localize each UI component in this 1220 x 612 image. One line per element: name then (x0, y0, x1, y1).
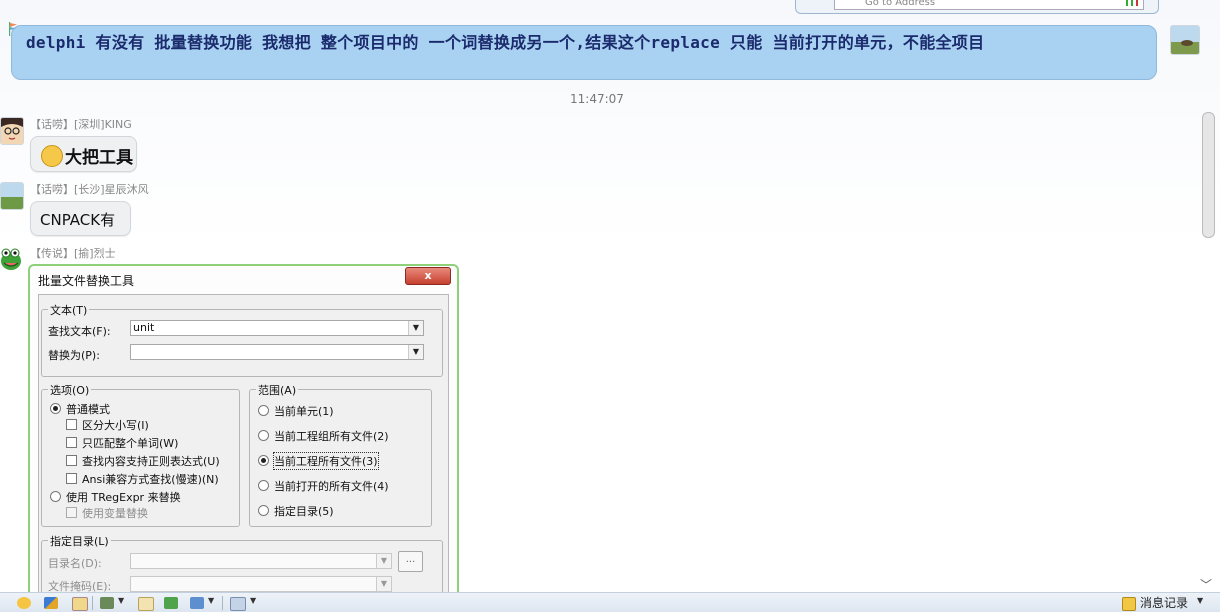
scope-label-current-unit: 当前单元(1) (274, 405, 334, 418)
chevron-down-icon[interactable]: ▼ (376, 577, 391, 591)
chat-message-bubble: CNPACK有 (30, 201, 131, 236)
toolbar-separator (92, 596, 93, 610)
message-timestamp: 11:47:07 (570, 92, 624, 106)
shared-image-card[interactable]: 批量文件替换工具 x 文本(T) 查找文本(F): unit ▼ 替换为(P):… (28, 264, 459, 608)
chevron-down-icon[interactable]: ▼ (1197, 596, 1203, 605)
image-icon[interactable] (164, 597, 178, 609)
question-message-bubble: delphi 有没有 批量替换功能 我想把 整个项目中的 一个词替换成另一个,结… (11, 25, 1157, 80)
whole-word-checkbox[interactable] (66, 437, 77, 448)
chevron-down-icon[interactable]: ▼ (118, 596, 124, 605)
chat-message-bubble: 大把工具 (30, 136, 137, 172)
chat-scrollbar-thumb[interactable] (1202, 112, 1215, 238)
use-vars-checkbox[interactable] (66, 507, 77, 518)
options-group-legend: 选项(O) (48, 382, 92, 398)
chevron-down-icon[interactable]: ▼ (208, 596, 214, 605)
scope-label-project-group: 当前工程组所有文件(2) (274, 430, 389, 443)
file-mask-combo[interactable]: ▼ (130, 576, 392, 592)
ansi-checkbox[interactable] (66, 473, 77, 484)
landscape-avatar-icon (1171, 26, 1199, 54)
regex-checkbox[interactable] (66, 455, 77, 466)
find-text-value: unit (133, 321, 155, 334)
frog-avatar-icon (1, 248, 21, 270)
edit-icon[interactable] (72, 597, 88, 611)
sender-name: 【话唠】[长沙]星辰沐风 (30, 183, 149, 196)
sender-avatar-xingchen[interactable] (0, 182, 24, 210)
sender-avatar-lieshi[interactable] (0, 246, 22, 272)
whole-word-label: 只匹配整个单词(W) (82, 437, 179, 450)
chevron-down-icon[interactable]: ▼ (376, 554, 391, 568)
chevron-down-icon[interactable]: ▼ (408, 345, 423, 359)
screenshot-icon[interactable] (100, 597, 114, 609)
address-input[interactable]: Go to Address (834, 0, 1144, 10)
directory-name-combo[interactable]: ▼ (130, 553, 392, 569)
scope-label-current-project: 当前工程所有文件(3) (273, 452, 379, 470)
scope-radio-current-unit[interactable] (258, 405, 269, 416)
scope-label-directory: 指定目录(5) (274, 505, 334, 518)
message-history-button[interactable]: 消息记录 (1140, 594, 1188, 611)
dialog-title: 批量文件替换工具 (38, 274, 135, 288)
cartoon-face-avatar-icon (1, 118, 23, 144)
landscape-avatar-icon (1, 183, 23, 209)
self-avatar[interactable] (1170, 25, 1200, 55)
more-tools-icon[interactable] (230, 597, 246, 611)
dialog-body: 文本(T) 查找文本(F): unit ▼ 替换为(P): ▼ 选项(O) 普通… (38, 294, 449, 606)
find-text-combo[interactable]: unit ▼ (130, 320, 424, 336)
regex-label: 查找内容支持正则表达式(U) (82, 455, 220, 468)
scope-radio-open-files[interactable] (258, 480, 269, 491)
case-sensitive-checkbox[interactable] (66, 419, 77, 430)
sender-name: 【传说】[揄]烈士 (30, 247, 116, 260)
ansi-label: Ansi兼容方式查找(慢速)(N) (82, 473, 219, 486)
scroll-down-chevron-icon[interactable]: ﹀ (1200, 576, 1212, 593)
dialog-close-button[interactable]: x (405, 267, 451, 285)
replace-with-label: 替换为(P): (48, 349, 100, 362)
file-icon[interactable] (138, 597, 154, 611)
signal-icon (1124, 0, 1144, 6)
text-group-legend: 文本(T) (48, 302, 90, 318)
chat-message-text: CNPACK有 (40, 211, 116, 229)
scope-radio-directory[interactable] (258, 505, 269, 516)
chevron-down-icon[interactable]: ▼ (408, 321, 423, 335)
case-sensitive-label: 区分大小写(I) (82, 419, 149, 432)
emoticon-icon[interactable] (17, 597, 31, 609)
chevron-down-icon[interactable]: ▼ (250, 596, 256, 605)
chat-input-toolbar: ▼ ▼ ▼ 消息记录 ▼ (0, 592, 1220, 612)
scope-group-legend: 范围(A) (256, 382, 299, 398)
history-icon[interactable] (1122, 597, 1136, 611)
replace-with-combo[interactable]: ▼ (130, 344, 424, 360)
scope-radio-project-group[interactable] (258, 430, 269, 441)
normal-mode-radio[interactable] (50, 403, 61, 414)
sender-name: 【话唠】[深圳]KING (30, 118, 132, 131)
question-message-text: delphi 有没有 批量替换功能 我想把 整个项目中的 一个词替换成另一个,结… (26, 33, 985, 52)
tregexpr-radio[interactable] (50, 491, 61, 502)
find-text-label: 查找文本(F): (48, 325, 111, 338)
normal-mode-label: 普通模式 (66, 403, 110, 416)
tregexpr-label: 使用 TRegExpr 来替换 (66, 491, 181, 504)
use-vars-label: 使用变量替换 (82, 507, 148, 520)
scope-label-open-files: 当前打开的所有文件(4) (274, 480, 389, 493)
chat-message-text: 大把工具 (65, 148, 133, 168)
sender-avatar-king[interactable] (0, 117, 24, 145)
scope-radio-current-project[interactable] (258, 455, 269, 466)
address-bar-strip: |信 Go to Address (795, 0, 1159, 14)
font-icon[interactable] (44, 597, 58, 609)
flag-icon (9, 22, 17, 36)
directory-group-legend: 指定目录(L) (48, 533, 111, 549)
send-file-icon[interactable] (190, 597, 204, 609)
directory-name-label: 目录名(D): (48, 557, 102, 570)
wink-smiley-icon (41, 145, 63, 167)
toolbar-separator (222, 596, 223, 610)
browse-directory-button[interactable]: ... (398, 551, 423, 572)
